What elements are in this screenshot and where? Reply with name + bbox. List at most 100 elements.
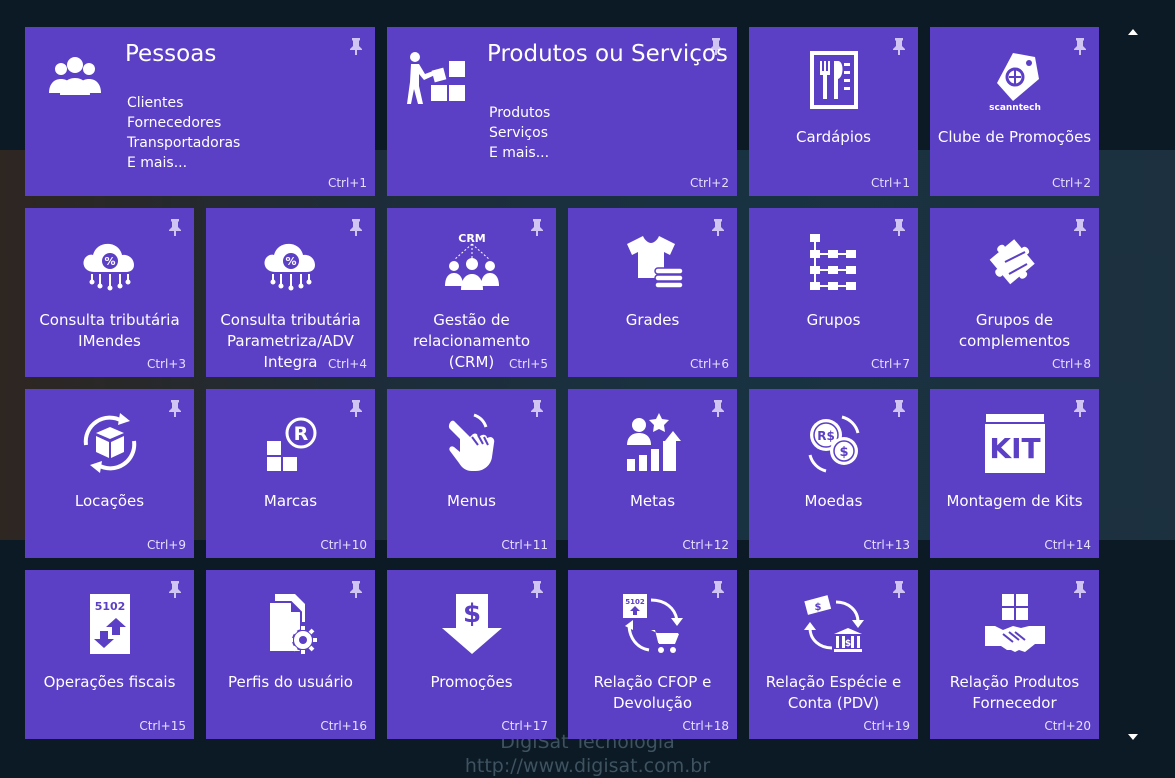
menu-card-icon [809, 51, 858, 109]
user-profile-doc-icon [267, 594, 317, 654]
tile-grupos[interactable]: Grupos Ctrl+7 [749, 208, 918, 377]
svg-text:$: $ [844, 639, 850, 649]
sublink-transportadoras[interactable]: Transportadoras [127, 133, 240, 153]
pin-icon[interactable] [1073, 218, 1087, 236]
tile-montagem-kits[interactable]: KIT Montagem de Kits Ctrl+14 [930, 389, 1099, 558]
scroll-up-icon[interactable] [1126, 27, 1140, 37]
tile-metas[interactable]: Metas Ctrl+12 [568, 389, 737, 558]
pin-icon[interactable] [892, 399, 906, 417]
tile-locacoes[interactable]: Locações Ctrl+9 [25, 389, 194, 558]
tile-grupos-complementos[interactable]: Grupos de complementos Ctrl+8 [930, 208, 1099, 377]
tile-shortcut: Ctrl+2 [1051, 176, 1091, 190]
tile-clube-promocoes[interactable]: scanntech Clube de Promoções Ctrl+2 [930, 27, 1099, 196]
tile-label: Moedas [804, 492, 863, 510]
tile-shortcut: Ctrl+1 [327, 176, 367, 190]
pin-icon[interactable] [530, 399, 544, 417]
pin-icon[interactable] [892, 37, 906, 55]
tile-relacao-produtos-fornecedor[interactable]: Relação Produtos Fornecedor Ctrl+20 [930, 570, 1099, 739]
tax-cloud-icon: % [82, 243, 134, 291]
tile-shortcut: Ctrl+11 [501, 538, 548, 552]
crm-icon: CRM [444, 232, 499, 290]
tile-label: Grupos de complementos [958, 311, 1071, 350]
people-icon [49, 57, 101, 95]
cfop-text: 5102 [625, 598, 645, 606]
pin-icon[interactable] [349, 580, 363, 598]
cash-bank-icon: $ $ [803, 595, 864, 652]
tile-pessoas[interactable]: Pessoas Clientes Fornecedores Transporta… [25, 27, 375, 196]
tile-marcas[interactable]: R Marcas Ctrl+10 [206, 389, 375, 558]
pin-icon[interactable] [168, 399, 182, 417]
tile-shortcut: Ctrl+16 [320, 719, 367, 733]
tile-title: Produtos ou Serviços [487, 41, 728, 67]
tile-relacao-especie[interactable]: $ $ Relação Espécie e Conta (PDV) Ctrl+1… [749, 570, 918, 739]
tile-relacao-cfop[interactable]: 5102 Relação CFOP e Devolução Ctrl+18 [568, 570, 737, 739]
tile-label: Perfis do usuário [228, 673, 353, 691]
tile-shortcut: Ctrl+13 [863, 538, 910, 552]
kit-icon: KIT [983, 412, 1046, 473]
cfop-text: 5102 [94, 600, 125, 613]
tax-cloud-icon: % [263, 243, 315, 291]
pin-icon[interactable] [168, 580, 182, 598]
pin-icon[interactable] [711, 580, 725, 598]
coin-text: R$ [817, 429, 835, 443]
tile-shortcut: Ctrl+17 [501, 719, 548, 733]
tile-grades[interactable]: Grades Ctrl+6 [568, 208, 737, 377]
pin-icon[interactable] [892, 218, 906, 236]
kit-text: KIT [989, 432, 1040, 465]
pin-icon[interactable] [1073, 37, 1087, 55]
tile-sublinks: Clientes Fornecedores Transportadoras E … [127, 93, 240, 173]
pin-icon[interactable] [349, 37, 363, 55]
tile-label: Clube de Promoções [937, 128, 1092, 146]
sublink-more[interactable]: E mais... [489, 143, 550, 163]
tile-shortcut: Ctrl+2 [689, 176, 729, 190]
svg-text:%: % [104, 255, 115, 268]
sublink-clientes[interactable]: Clientes [127, 93, 240, 113]
fiscal-doc-icon: 5102 [89, 594, 130, 654]
tile-menus[interactable]: Menus Ctrl+11 [387, 389, 556, 558]
sublink-fornecedores[interactable]: Fornecedores [127, 113, 240, 133]
tile-label: Relação CFOP e Devolução [593, 673, 712, 712]
pin-icon[interactable] [1073, 580, 1087, 598]
pin-icon[interactable] [711, 218, 725, 236]
tile-label: Cardápios [796, 128, 871, 146]
tile-cardapios[interactable]: Cardápios Ctrl+1 [749, 27, 918, 196]
cfop-cart-icon: 5102 [622, 594, 683, 653]
tile-shortcut: Ctrl+4 [327, 357, 367, 371]
pin-icon[interactable] [711, 399, 725, 417]
tile-operacoes-fiscais[interactable]: 5102 Operações fiscais Ctrl+15 [25, 570, 194, 739]
tile-perfis-usuario[interactable]: Perfis do usuário Ctrl+16 [206, 570, 375, 739]
sublink-produtos[interactable]: Produtos [489, 103, 550, 123]
svg-text:$: $ [839, 445, 848, 460]
tile-label: Consulta tributária IMendes [39, 311, 180, 350]
tile-label: Grupos [806, 311, 861, 329]
pin-icon[interactable] [1073, 399, 1087, 417]
pin-icon[interactable] [168, 218, 182, 236]
tile-shortcut: Ctrl+9 [146, 538, 186, 552]
tile-consulta-parametriza[interactable]: % Consulta tributária Parametriza/ADV In… [206, 208, 375, 377]
pin-icon[interactable] [349, 218, 363, 236]
tile-moedas[interactable]: R$ $ Moedas Ctrl+13 [749, 389, 918, 558]
pin-icon[interactable] [892, 580, 906, 598]
tile-crm[interactable]: CRM Gestão de relacionamento (CRM) Ctrl+… [387, 208, 556, 377]
pin-icon[interactable] [349, 399, 363, 417]
svg-text:%: % [285, 255, 296, 268]
pin-icon[interactable] [530, 580, 544, 598]
pin-icon[interactable] [530, 218, 544, 236]
sublink-servicos[interactable]: Serviços [489, 123, 550, 143]
puzzle-icon [989, 239, 1035, 285]
tile-shortcut: Ctrl+14 [1044, 538, 1091, 552]
tile-label: Relação Produtos Fornecedor [949, 673, 1080, 712]
tile-shortcut: Ctrl+19 [863, 719, 910, 733]
tile-shortcut: Ctrl+10 [320, 538, 367, 552]
tile-shortcut: Ctrl+6 [689, 357, 729, 371]
goals-chart-icon [626, 413, 681, 471]
tile-promocoes[interactable]: $ Promoções Ctrl+17 [387, 570, 556, 739]
sublink-more[interactable]: E mais... [127, 153, 240, 173]
coins-icon: R$ $ [808, 415, 859, 473]
crm-text: CRM [458, 232, 486, 245]
tile-consulta-imendes[interactable]: % Consulta tributária IMendes Ctrl+3 [25, 208, 194, 377]
tile-shortcut: Ctrl+5 [508, 357, 548, 371]
footer-url: http://www.digisat.com.br [464, 755, 711, 777]
tile-produtos-servicos[interactable]: Produtos ou Serviços Produtos Serviços E… [387, 27, 737, 196]
scroll-down-icon[interactable] [1126, 732, 1140, 742]
